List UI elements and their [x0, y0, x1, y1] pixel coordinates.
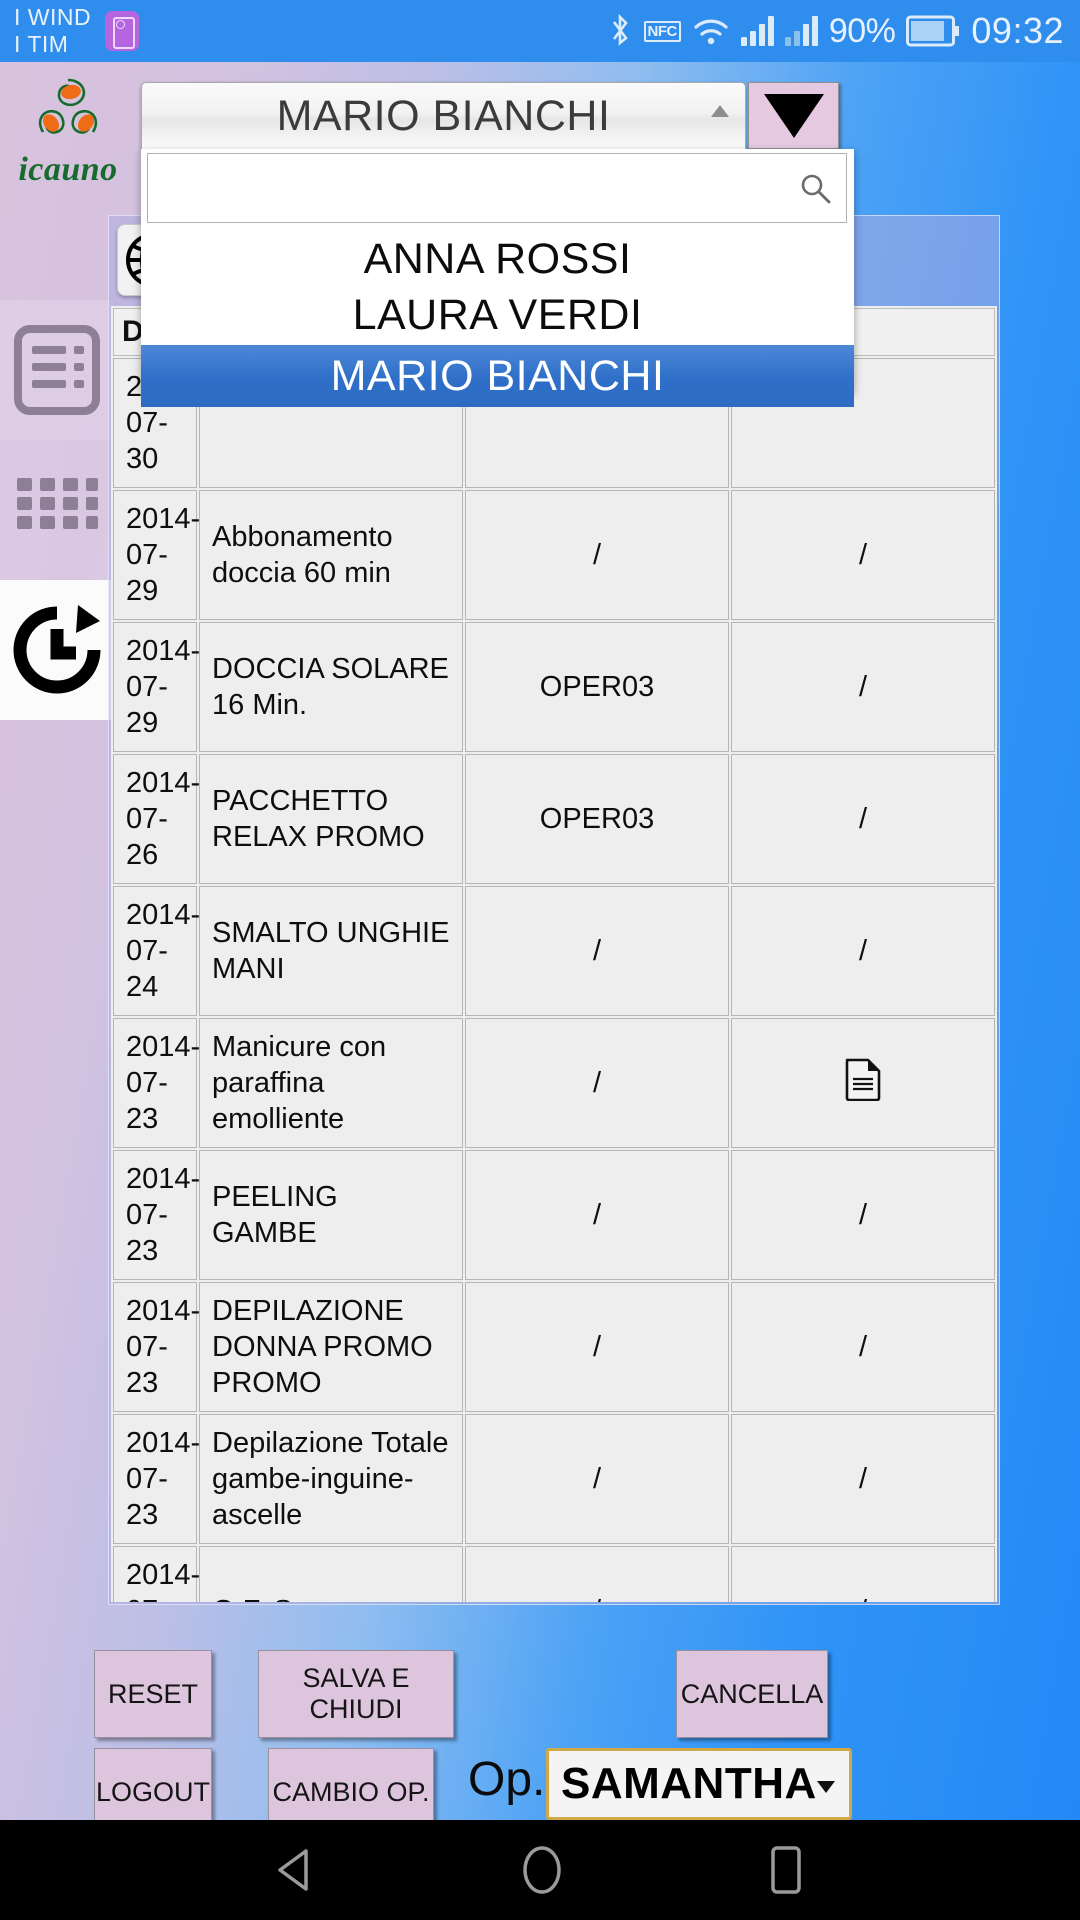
cell-operator: / — [465, 1414, 729, 1544]
cell-operator: / — [465, 1150, 729, 1280]
phone-screen: I WIND I TIM NFC 90% 09:32 icauno 2 07-3… — [0, 0, 1080, 1920]
services-grid[interactable]: Data 2014-07-302014-07-29Abbonamento doc… — [111, 306, 997, 1602]
signal-icon — [784, 16, 818, 46]
cell-date: 2014-07-29 — [113, 490, 200, 620]
cell-date: 2014-07-23 — [113, 1150, 200, 1280]
cell-operator: / — [465, 490, 729, 620]
cell-note[interactable] — [731, 1018, 995, 1148]
wifi-icon — [694, 19, 728, 45]
customer-combobox[interactable]: MARIO BIANCHI — [141, 82, 746, 151]
clock-label: 09:32 — [971, 10, 1064, 51]
document-icon[interactable] — [844, 1057, 882, 1110]
cell-operator: / — [465, 1282, 729, 1412]
dropdown-option-selected[interactable]: MARIO BIANCHI — [141, 345, 854, 407]
customer-search-box[interactable] — [147, 153, 847, 223]
table-row[interactable]: 2014-07-29 DOCCIA SOLARE 16 Min. OPER03/ — [113, 622, 995, 752]
recents-square-icon[interactable] — [760, 1842, 812, 1898]
customer-search-input[interactable] — [158, 162, 778, 216]
battery-icon — [906, 15, 960, 47]
cell-note[interactable]: / — [731, 1150, 995, 1280]
search-icon[interactable] — [798, 172, 832, 206]
cell-operator: OPER03 — [465, 622, 729, 752]
carrier-label-1: I WIND — [14, 4, 92, 30]
cell-operator: / — [465, 1546, 729, 1602]
cell-description: PEELING GAMBE — [199, 1150, 463, 1280]
logo-wordmark: icauno — [18, 151, 118, 188]
cell-description: PACCHETTO RELAX PROMO — [199, 754, 463, 884]
chevron-down-icon — [817, 1781, 835, 1793]
customer-dropdown-toggle[interactable] — [748, 82, 839, 149]
grid-icon — [16, 478, 98, 529]
cell-date: 2014-07-29 — [113, 622, 200, 752]
app-logo: icauno — [8, 70, 128, 190]
cell-note[interactable]: / — [731, 1414, 995, 1544]
cell-operator: / — [465, 1018, 729, 1148]
cell-description: DOCCIA SOLARE 16 Min. — [199, 622, 463, 752]
operator-label: Op. — [468, 1753, 546, 1806]
operator-select[interactable]: SAMANTHA — [546, 1748, 852, 1820]
dropdown-option[interactable]: ANNA ROSSI — [141, 231, 854, 287]
cell-date: 2014-07-24 — [113, 886, 200, 1016]
cell-date: 2014-07-23 — [113, 1018, 200, 1148]
cell-description: DEPILAZIONE DONNA PROMO PROMO — [199, 1282, 463, 1412]
cell-description: G.F. Seno — [199, 1546, 463, 1602]
table-row[interactable]: 2014-07-23 PEELING GAMBE / / — [113, 1150, 995, 1280]
table-row[interactable]: 2014-07-26 PACCHETTO RELAX PROMO OPER03/ — [113, 754, 995, 884]
cell-note[interactable]: / — [731, 1546, 995, 1602]
cell-date: 2014-07-23 — [113, 1546, 200, 1602]
cell-date: 2014-07-23 — [113, 1282, 200, 1412]
operator-value: SAMANTHA — [561, 1759, 817, 1808]
table-row[interactable]: 2014-07-23 Manicure con paraffina emollie… — [113, 1018, 995, 1148]
signal-icon — [740, 16, 774, 46]
clock-refresh-icon — [13, 605, 100, 694]
cell-operator: OPER03 — [465, 754, 729, 884]
triskelion-icon — [38, 78, 98, 134]
cell-note[interactable]: / — [731, 1282, 995, 1412]
android-nav-bar — [0, 1820, 1080, 1920]
cell-description: Abbonamento doccia 60 min — [199, 490, 463, 620]
dropdown-option[interactable]: LAURA VERDI — [141, 287, 854, 343]
cell-description: Depilazione Totale gambe-inguine-ascelle — [199, 1414, 463, 1544]
home-circle-icon[interactable] — [514, 1840, 570, 1900]
cell-note[interactable]: / — [731, 490, 995, 620]
customer-combobox-value: MARIO BIANCHI — [276, 92, 611, 140]
carrier-label-2: I TIM — [14, 31, 69, 57]
cancel-button[interactable]: CANCELLA — [676, 1650, 828, 1738]
table-row[interactable]: 2014-07-23 Depilazione Totale gambe-ingui… — [113, 1414, 995, 1544]
table-body: 2014-07-302014-07-29Abbonamento doccia 6… — [113, 358, 995, 1602]
back-triangle-icon[interactable] — [268, 1842, 324, 1898]
triangle-down-icon — [763, 93, 824, 138]
cell-date: 2014-07-23 — [113, 1414, 200, 1544]
cell-operator: / — [465, 886, 729, 1016]
status-icons: NFC 90% 09:32 — [607, 10, 1080, 52]
customer-dropdown-popup: ANNA ROSSI LAURA VERDI MARIO BIANCHI — [141, 149, 854, 407]
grid-view-button[interactable] — [0, 440, 113, 580]
nfc-icon: NFC — [643, 20, 681, 42]
cell-note[interactable]: / — [731, 754, 995, 884]
battery-percent-label: 90% — [828, 11, 896, 50]
list-icon — [13, 325, 100, 415]
cell-description: Manicure con paraffina emolliente — [199, 1018, 463, 1148]
carrier-labels: I WIND I TIM — [14, 4, 91, 58]
cell-description: SMALTO UNGHIE MANI — [199, 886, 463, 1016]
history-button[interactable] — [0, 580, 113, 720]
services-table: Data 2014-07-302014-07-29Abbonamento doc… — [111, 306, 997, 1602]
left-rail — [0, 300, 113, 720]
table-row[interactable]: 2014-07-29 Abbonamento doccia 60 min / / — [113, 490, 995, 620]
table-row[interactable]: 2014-07-23 DEPILAZIONE DONNA PROMO PROMO /… — [113, 1282, 995, 1412]
bluetooth-icon — [612, 13, 628, 46]
table-row[interactable]: 2014-07-23G.F. Seno// — [113, 1546, 995, 1602]
cell-note[interactable]: / — [731, 622, 995, 752]
sim-card-icon — [105, 11, 140, 51]
chevron-up-icon — [711, 105, 729, 117]
main-panel: Data 2014-07-302014-07-29Abbonamento doc… — [108, 215, 1000, 1605]
cell-date: 2014-07-26 — [113, 754, 200, 884]
cell-note[interactable]: / — [731, 886, 995, 1016]
list-view-button[interactable] — [0, 300, 113, 440]
reset-button[interactable]: RESET — [94, 1650, 212, 1738]
table-row[interactable]: 2014-07-24 SMALTO UNGHIE MANI / / — [113, 886, 995, 1016]
status-bar: I WIND I TIM NFC 90% 09:32 — [0, 0, 1080, 62]
save-and-close-button[interactable]: SALVA E CHIUDI — [258, 1650, 454, 1738]
